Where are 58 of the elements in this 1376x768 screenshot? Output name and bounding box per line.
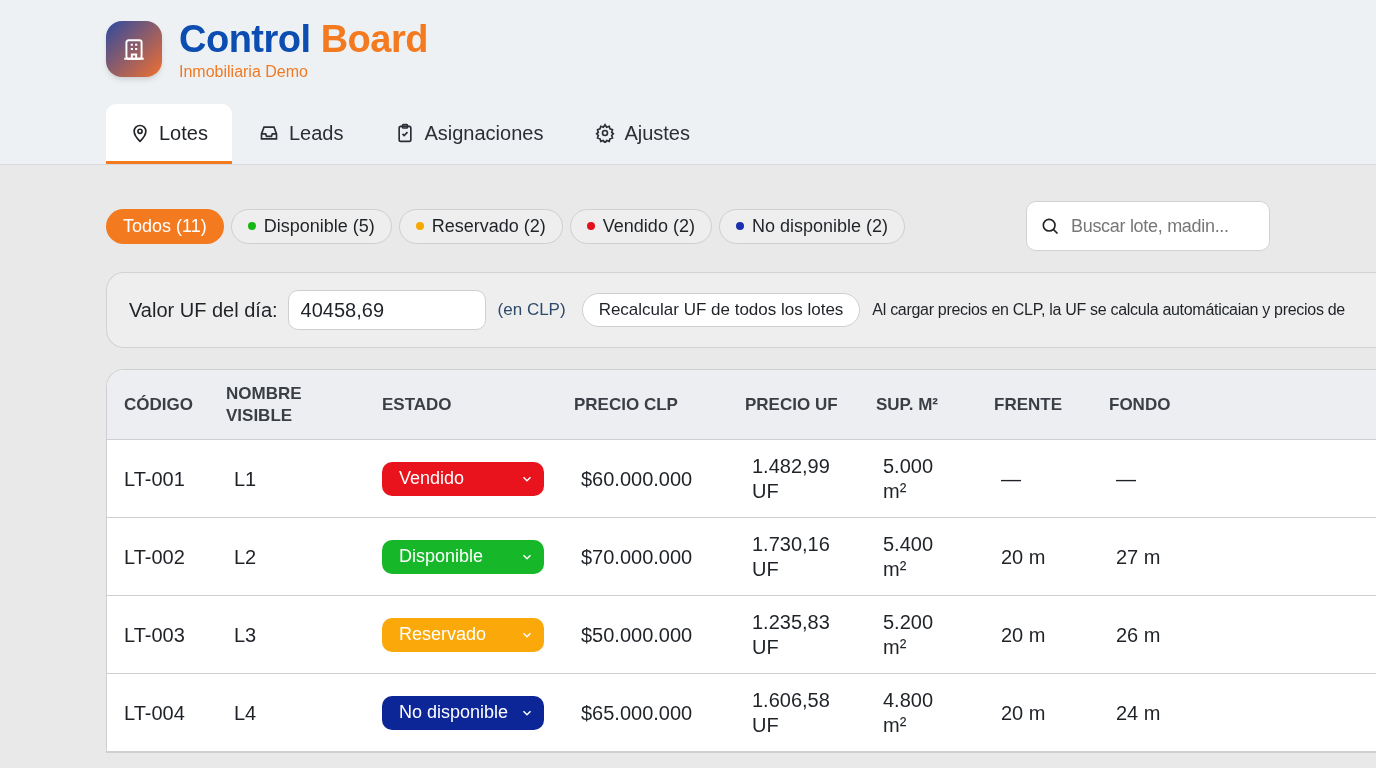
column-header: CÓDIGO	[123, 393, 194, 416]
recalculate-button[interactable]: Recalcular UF de todos los lotes	[581, 293, 861, 327]
logo-icon	[106, 21, 162, 77]
settings-icon	[595, 122, 616, 143]
table-cell-text: 5.200 m²	[883, 609, 935, 660]
uf-input[interactable]: 40458,69	[287, 290, 486, 330]
table-cell: 20 m	[1001, 545, 1046, 568]
tab[interactable]: Leads	[231, 104, 370, 164]
column-header: ESTADO	[382, 393, 453, 416]
table-cell-text: 4.800 m²	[883, 687, 935, 738]
column-header: PRECIO UF	[745, 393, 839, 416]
table-cell-text: 1.606,58 UF	[752, 687, 831, 738]
unit-label: (en CLP)	[497, 299, 566, 322]
status-dropdown[interactable]: No disponible	[382, 695, 544, 730]
search-field[interactable]: Buscar lote, madin...	[1026, 201, 1270, 251]
table-cell: 26 m	[1116, 623, 1161, 646]
table-cell: 24 m	[1116, 701, 1161, 724]
table-cell: L4	[234, 701, 257, 724]
search-icon	[1040, 216, 1060, 236]
table-cell-text: 5.400 m²	[883, 531, 935, 582]
column-header: NOMBRE VISIBLE	[225, 382, 303, 427]
table-cell: L2	[234, 545, 257, 568]
table-cell-text: 5.000 m²	[883, 453, 935, 504]
table-cell: 20 m	[1001, 701, 1046, 724]
tab[interactable]: Lotes	[106, 104, 232, 164]
table-cell: LT-003	[124, 623, 185, 646]
table-cell: 20 m	[1001, 623, 1046, 646]
table-cell: L1	[234, 467, 257, 490]
table-cell: LT-004	[124, 701, 185, 724]
column-header: SUP. M²	[876, 393, 940, 416]
status-dropdown[interactable]: Vendido	[382, 461, 544, 496]
table-cell-text: 1.235,83 UF	[752, 609, 831, 660]
table-cell: $60.000.000	[581, 467, 693, 490]
table-cell-text: 1.730,16 UF	[752, 531, 831, 582]
table-cell: $50.000.000	[581, 623, 693, 646]
app-subtitle: Inmobiliaria Demo	[179, 62, 309, 82]
table-cell: $70.000.000	[581, 545, 693, 568]
table-cell: $65.000.000	[581, 701, 693, 724]
filter-chip[interactable]: No disponible (2)	[718, 208, 905, 244]
table-cell-text: 1.482,99 UF	[752, 453, 831, 504]
column-header: PRECIO CLP	[574, 393, 679, 416]
column-header: FRENTE	[994, 393, 1063, 416]
filter-chip[interactable]: Disponible (5)	[230, 208, 392, 244]
info-note: Al cargar precios en CLP, la UF se calcula automáticaian y precios de	[872, 300, 1345, 320]
filter-chip[interactable]: Reservado (2)	[398, 208, 563, 244]
table-cell: —	[1116, 467, 1136, 490]
table-cell: LT-002	[124, 545, 185, 568]
tab[interactable]: Asignaciones	[369, 104, 570, 164]
uf-label: Valor UF del día:	[129, 298, 278, 323]
tab[interactable]: Ajustes	[569, 104, 716, 164]
table-cell: LT-001	[124, 467, 185, 490]
app-title: Control Board	[179, 17, 428, 62]
map-pin-icon	[130, 122, 150, 143]
column-header: FONDO	[1109, 393, 1172, 416]
table-cell: L3	[234, 623, 257, 646]
table-cell: 27 m	[1116, 545, 1161, 568]
filter-chip[interactable]: Vendido (2)	[569, 208, 712, 244]
table-cell: —	[1001, 467, 1021, 490]
